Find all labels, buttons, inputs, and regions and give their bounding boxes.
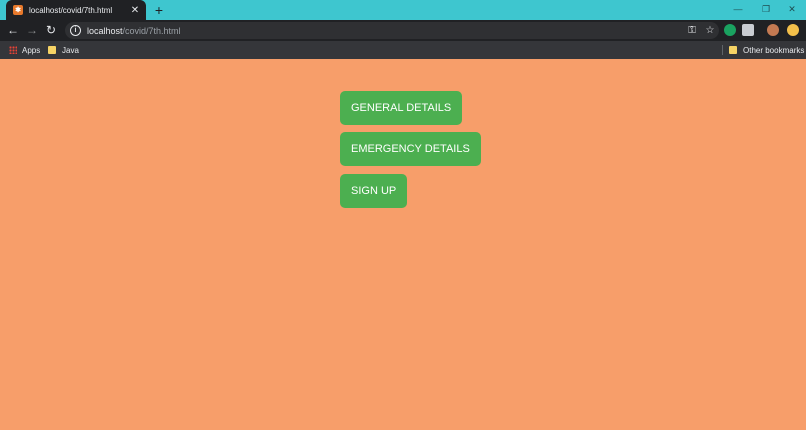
site-info-icon[interactable]: i bbox=[70, 25, 81, 36]
tab-close-icon[interactable]: ✕ bbox=[128, 5, 142, 16]
toolbar: ← → ↻ i localhost/covid/7th.html ⚿ ☆ bbox=[0, 20, 806, 41]
bookmark-java-label: Java bbox=[62, 45, 79, 55]
bookmark-apps-label: Apps bbox=[22, 45, 41, 55]
bookmark-other[interactable]: Other bookmarks bbox=[729, 41, 804, 59]
update-indicator-icon[interactable] bbox=[787, 24, 799, 36]
xampp-favicon-icon: ✱ bbox=[13, 5, 23, 15]
key-icon[interactable]: ⚿ bbox=[683, 25, 701, 36]
bookmark-other-label: Other bookmarks bbox=[743, 45, 805, 55]
url-path: /covid/7th.html bbox=[122, 25, 181, 36]
folder-icon bbox=[48, 46, 56, 54]
browser-window: ✱ localhost/covid/7th.html ✕ + — ❐ ✕ ← →… bbox=[0, 0, 806, 430]
sign-up-button[interactable]: SIGN UP bbox=[340, 174, 408, 208]
bookmarks-divider bbox=[722, 45, 723, 55]
reload-icon[interactable]: ↻ bbox=[43, 22, 59, 38]
extension-icon[interactable] bbox=[742, 24, 754, 36]
restore-button[interactable]: ❐ bbox=[752, 0, 780, 20]
forward-arrow-icon[interactable]: → bbox=[24, 22, 40, 38]
emergency-details-button[interactable]: EMERGENCY DETAILS bbox=[340, 132, 481, 166]
tab-title: localhost/covid/7th.html bbox=[29, 5, 113, 15]
new-tab-button[interactable]: + bbox=[151, 2, 167, 18]
close-window-button[interactable]: ✕ bbox=[778, 0, 806, 20]
profile-avatar[interactable] bbox=[767, 24, 779, 36]
url-host: localhost bbox=[87, 25, 123, 36]
minimize-button[interactable]: — bbox=[724, 0, 752, 20]
grammarly-extension-icon[interactable] bbox=[724, 24, 736, 36]
address-bar[interactable]: i localhost/covid/7th.html ⚿ ☆ bbox=[65, 22, 719, 39]
back-arrow-icon[interactable]: ← bbox=[5, 22, 21, 38]
bookmarks-bar: Apps Java Other bookmarks bbox=[0, 41, 806, 59]
apps-grid-icon bbox=[9, 46, 17, 54]
bookmark-apps[interactable]: Apps bbox=[9, 41, 40, 59]
folder-icon bbox=[729, 46, 737, 54]
tab-active[interactable]: ✱ localhost/covid/7th.html ✕ bbox=[6, 0, 146, 20]
general-details-button[interactable]: GENERAL DETAILS bbox=[340, 91, 463, 125]
star-icon[interactable]: ☆ bbox=[701, 25, 719, 36]
bookmark-java[interactable]: Java bbox=[48, 41, 79, 59]
tab-strip: ✱ localhost/covid/7th.html ✕ + — ❐ ✕ bbox=[0, 0, 806, 20]
